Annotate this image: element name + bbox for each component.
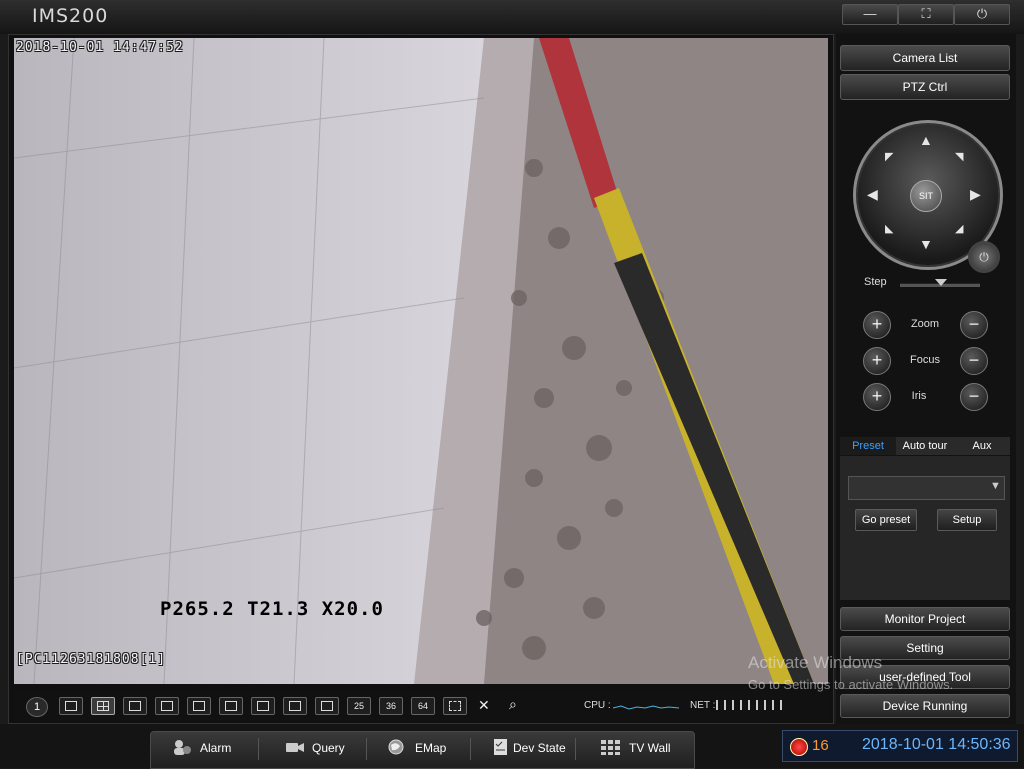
- divider: [470, 738, 471, 760]
- pan-down-right-arrow-icon[interactable]: ◢: [955, 222, 963, 235]
- focus-label: Focus: [910, 354, 940, 366]
- camera-icon: [285, 738, 305, 756]
- tab-aux[interactable]: Aux: [954, 437, 1010, 455]
- zoom-out-button[interactable]: −: [960, 311, 988, 339]
- device-running-button[interactable]: Device Running: [840, 694, 1010, 718]
- preset-select[interactable]: [848, 476, 1005, 500]
- layout-4x4-button[interactable]: [219, 697, 243, 715]
- ptz-power-icon[interactable]: ⏻: [968, 241, 1000, 273]
- layout-1plus7-button[interactable]: [155, 697, 179, 715]
- focus-far-button[interactable]: −: [960, 347, 988, 375]
- pan-up-arrow-icon[interactable]: ▲: [919, 132, 933, 148]
- iris-close-button[interactable]: −: [960, 383, 988, 411]
- pan-right-arrow-icon[interactable]: ▶: [970, 186, 981, 203]
- zoom-in-button[interactable]: +: [863, 311, 891, 339]
- query-tab[interactable]: Query: [312, 741, 345, 755]
- step-slider-thumb[interactable]: [935, 279, 947, 286]
- fullscreen-icon[interactable]: [443, 697, 467, 715]
- go-preset-button[interactable]: Go preset: [855, 509, 917, 531]
- alarm-tab[interactable]: Alarm: [200, 741, 231, 755]
- activate-windows-title: Activate Windows: [748, 653, 883, 672]
- layout-1plus12-button[interactable]: [251, 697, 275, 715]
- camera-list-button[interactable]: Camera List: [840, 45, 1010, 71]
- ptz-tab-bar: Preset Auto tour Aux: [840, 437, 1010, 455]
- setup-button[interactable]: Setup: [937, 509, 997, 531]
- pan-down-arrow-icon[interactable]: ▼: [919, 236, 933, 252]
- dev-state-tab[interactable]: Dev State: [513, 741, 566, 755]
- layout-64-button[interactable]: 64: [411, 697, 435, 715]
- app-title: IMS200: [32, 5, 109, 27]
- activate-windows-subtitle: Go to Settings to activate Windows.: [748, 677, 954, 692]
- channel-number[interactable]: 1: [26, 697, 48, 717]
- monitor-project-button[interactable]: Monitor Project: [840, 607, 1010, 631]
- power-button[interactable]: ⏻: [954, 4, 1010, 25]
- iris-label: Iris: [911, 390, 927, 402]
- ptz-ctrl-button[interactable]: PTZ Ctrl: [840, 74, 1010, 100]
- alarm-count: 16: [812, 737, 829, 754]
- layout-5x5-button[interactable]: [315, 697, 339, 715]
- camera-scene: [14, 38, 828, 684]
- layout-3x3-button[interactable]: [187, 697, 211, 715]
- system-clock: 2018-10-01 14:50:36: [862, 736, 1011, 753]
- chevron-down-icon[interactable]: ▼: [990, 480, 1001, 492]
- divider: [366, 738, 367, 760]
- emap-tab[interactable]: EMap: [415, 741, 446, 755]
- tab-preset[interactable]: Preset: [840, 437, 896, 455]
- checklist-icon: [492, 738, 512, 756]
- pan-up-left-arrow-icon[interactable]: ◤: [885, 150, 893, 163]
- layout-2x2-button[interactable]: [91, 697, 115, 715]
- alarm-users-icon: [172, 738, 192, 756]
- layout-1plus5-button[interactable]: [123, 697, 147, 715]
- osd-timestamp: 2018-10-01 14:47:52: [16, 40, 184, 55]
- osd-ptz-position: P265.2 T21.3 X20.0: [160, 598, 384, 620]
- grid-icon: [600, 738, 620, 756]
- net-meter: [716, 700, 788, 710]
- net-label: NET :: [690, 700, 716, 711]
- video-feed[interactable]: 2018-10-01 14:47:52 P265.2 T21.3 X20.0 […: [14, 38, 828, 684]
- layout-4x4b-button[interactable]: [283, 697, 307, 715]
- close-icon[interactable]: ✕: [478, 697, 490, 714]
- minimize-button[interactable]: —: [842, 4, 898, 25]
- globe-icon: [387, 738, 407, 756]
- iris-open-button[interactable]: +: [863, 383, 891, 411]
- layout-25-button[interactable]: 25: [347, 697, 371, 715]
- pan-up-right-arrow-icon[interactable]: ◥: [955, 150, 963, 163]
- alarm-light-icon[interactable]: [790, 738, 808, 756]
- layout-36-button[interactable]: 36: [379, 697, 403, 715]
- step-label: Step: [864, 276, 887, 288]
- tv-wall-tab[interactable]: TV Wall: [629, 741, 671, 755]
- maximize-button[interactable]: ⛶: [898, 4, 954, 25]
- tab-auto-tour[interactable]: Auto tour: [897, 437, 953, 455]
- pan-left-arrow-icon[interactable]: ◀: [867, 186, 878, 203]
- focus-near-button[interactable]: +: [863, 347, 891, 375]
- cpu-graph: [613, 705, 679, 710]
- search-icon[interactable]: ⌕: [509, 696, 517, 713]
- pan-down-left-arrow-icon[interactable]: ◣: [885, 222, 893, 235]
- ptz-center-button[interactable]: SIT: [910, 180, 942, 212]
- zoom-label: Zoom: [910, 318, 940, 330]
- divider: [575, 738, 576, 760]
- layout-1x1-button[interactable]: [59, 697, 83, 715]
- cpu-label: CPU :: [584, 700, 611, 711]
- osd-device-id: [PC11263181808[1]: [16, 652, 167, 667]
- divider: [258, 738, 259, 760]
